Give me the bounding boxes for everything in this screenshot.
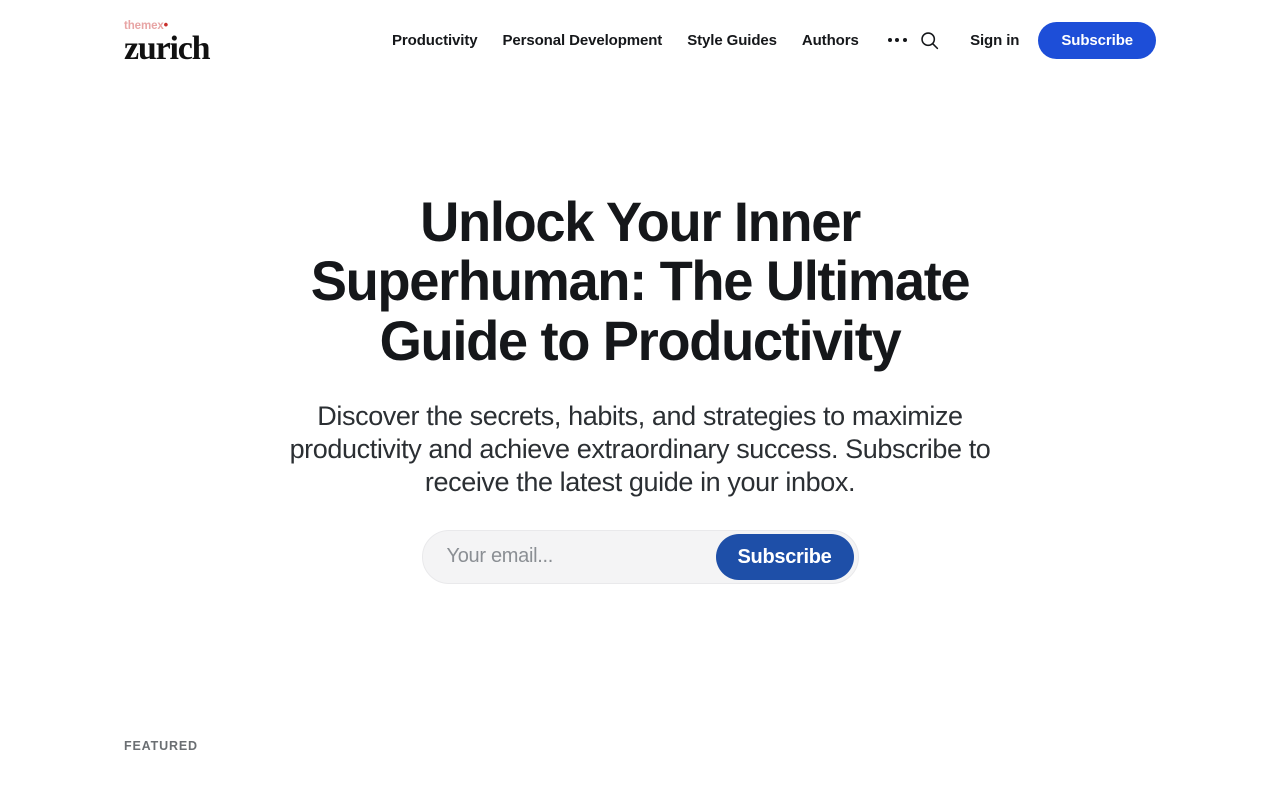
ellipsis-dot-3 [902, 38, 907, 42]
search-icon [921, 31, 939, 49]
email-input[interactable] [422, 530, 716, 583]
search-button[interactable] [913, 24, 946, 57]
main-content: Unlock Your Inner Superhuman: The Ultima… [0, 80, 1280, 752]
primary-navigation: Productivity Personal Development Style … [392, 33, 909, 48]
sign-in-link[interactable]: Sign in [970, 32, 1019, 49]
logo-dot-icon: • [163, 16, 169, 32]
nav-item-authors[interactable]: Authors [802, 33, 859, 48]
form-subscribe-button[interactable]: Subscribe [715, 533, 854, 580]
featured-section: FEATURED [0, 740, 1280, 753]
site-logo[interactable]: themex• zurich [124, 18, 334, 68]
nav-item-style-guides[interactable]: Style Guides [687, 33, 777, 48]
page-title: Unlock Your Inner Superhuman: The Ultima… [310, 190, 971, 372]
logo-themex-text: themex [124, 19, 164, 32]
featured-heading: FEATURED [124, 738, 198, 753]
logo-top-text: themex• [124, 18, 168, 33]
nav-item-productivity[interactable]: Productivity [392, 33, 478, 48]
header-actions: Sign in Subscribe [913, 21, 1156, 59]
ellipsis-dot-2 [895, 38, 900, 42]
logo-wordmark: zurich [124, 30, 211, 68]
more-menu-icon[interactable] [886, 34, 909, 46]
newsletter-subscribe-form: Subscribe [421, 529, 859, 584]
nav-item-personal-development[interactable]: Personal Development [502, 33, 662, 48]
header-subscribe-button[interactable]: Subscribe [1038, 21, 1156, 59]
hero-subtitle: Discover the secrets, habits, and strate… [289, 401, 991, 498]
site-header: themex• zurich Productivity Personal Dev… [0, 0, 1280, 80]
hero-section: Unlock Your Inner Superhuman: The Ultima… [0, 80, 1280, 584]
ellipsis-dot-1 [887, 38, 892, 42]
